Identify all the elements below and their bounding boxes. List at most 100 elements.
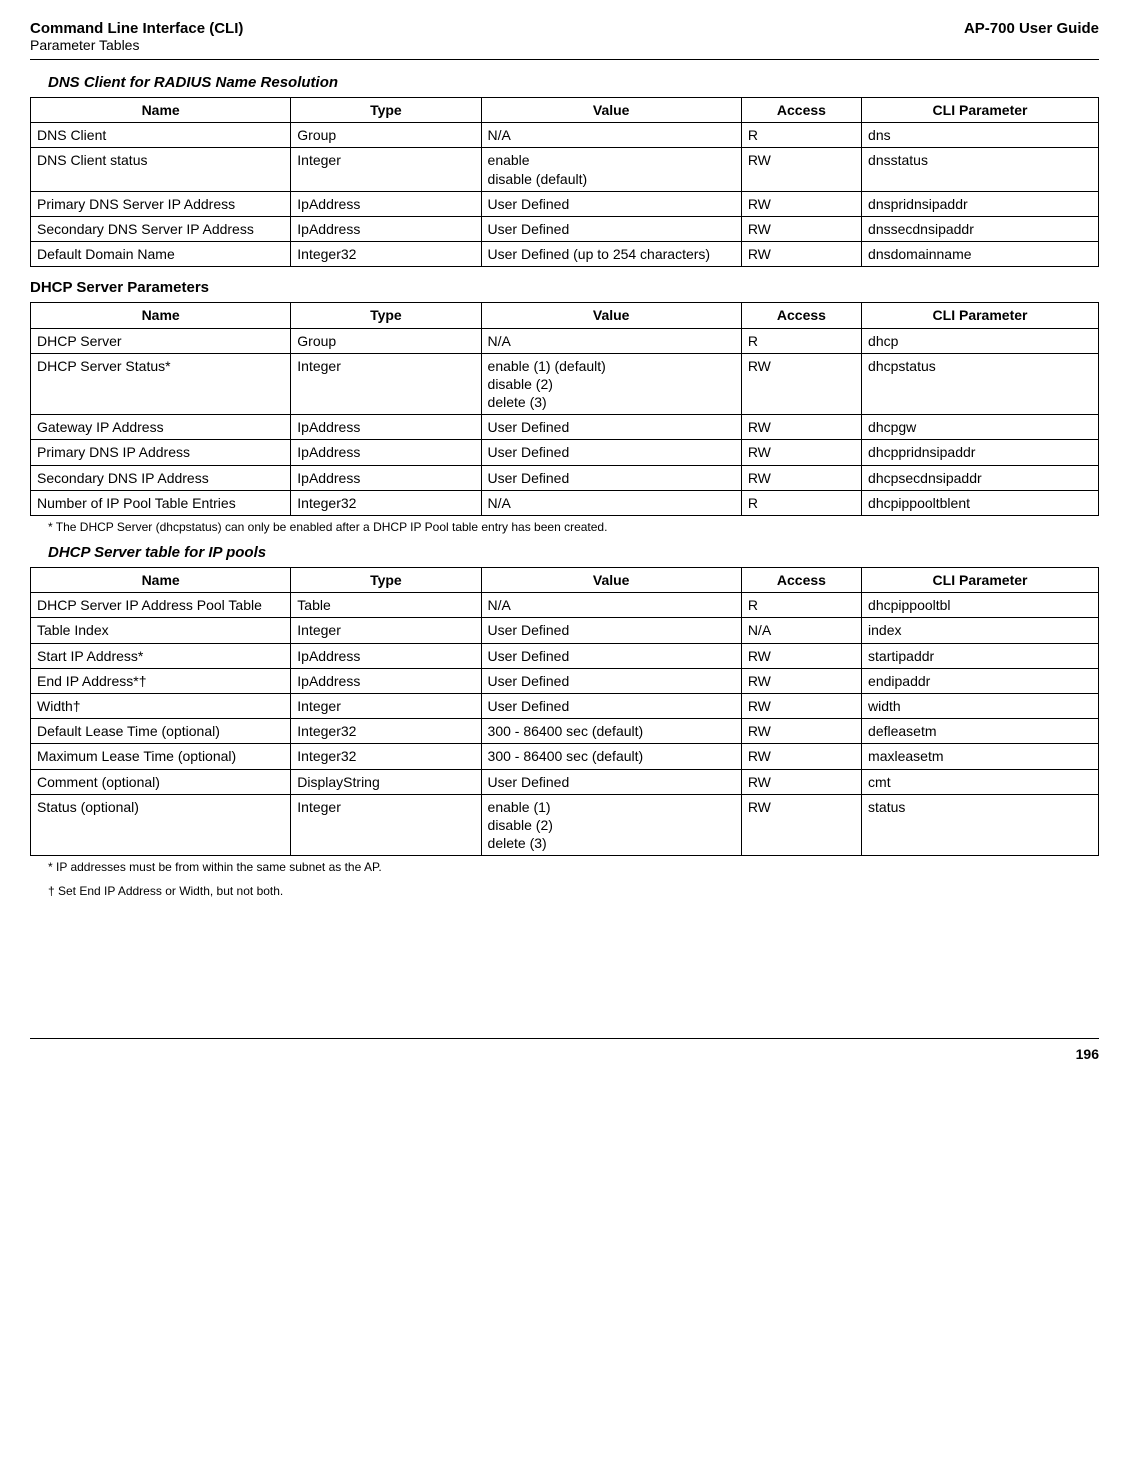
cell-cli: dnssecdnsipaddr (862, 216, 1099, 241)
cell-type: IpAddress (291, 668, 481, 693)
section1-table: Name Type Value Access CLI Parameter DNS… (30, 97, 1099, 267)
th-cli: CLI Parameter (862, 303, 1099, 328)
cell-value: User Defined (481, 643, 741, 668)
table-row: DHCP ServerGroupN/ARdhcp (31, 328, 1099, 353)
cell-type: Integer32 (291, 490, 481, 515)
cell-access: RW (741, 415, 861, 440)
cell-value: enabledisable (default) (481, 148, 741, 191)
table-header-row: Name Type Value Access CLI Parameter (31, 568, 1099, 593)
cell-access: RW (741, 769, 861, 794)
cell-cli: dhcpippooltbl (862, 593, 1099, 618)
table-row: DHCP Server Status*Integerenable (1) (de… (31, 353, 1099, 415)
section3-title: DHCP Server table for IP pools (48, 544, 1099, 561)
table-row: Table IndexIntegerUser DefinedN/Aindex (31, 618, 1099, 643)
cell-access: RW (741, 148, 861, 191)
cell-name: Maximum Lease Time (optional) (31, 744, 291, 769)
section3-footnote1: * IP addresses must be from within the s… (48, 860, 1099, 874)
cell-cli: dnsstatus (862, 148, 1099, 191)
cell-type: Integer (291, 148, 481, 191)
th-access: Access (741, 568, 861, 593)
cell-type: IpAddress (291, 415, 481, 440)
section3-table: Name Type Value Access CLI Parameter DHC… (30, 567, 1099, 856)
cell-access: R (741, 593, 861, 618)
cell-access: RW (741, 668, 861, 693)
cell-value: N/A (481, 593, 741, 618)
cell-name: Number of IP Pool Table Entries (31, 490, 291, 515)
cell-access: RW (741, 353, 861, 415)
table-row: DNS ClientGroupN/ARdns (31, 123, 1099, 148)
cell-name: Start IP Address* (31, 643, 291, 668)
cell-name: DHCP Server (31, 328, 291, 353)
th-name: Name (31, 303, 291, 328)
cell-access: N/A (741, 618, 861, 643)
section1-title: DNS Client for RADIUS Name Resolution (48, 74, 1099, 91)
page-number: 196 (30, 1046, 1099, 1062)
cell-cli: defleasetm (862, 719, 1099, 744)
cell-cli: dhcppridnsipaddr (862, 440, 1099, 465)
table-row: DHCP Server IP Address Pool TableTableN/… (31, 593, 1099, 618)
cell-value: User Defined (481, 440, 741, 465)
header-right: AP-700 User Guide (964, 20, 1099, 37)
table-row: Number of IP Pool Table EntriesInteger32… (31, 490, 1099, 515)
section2-footnote: * The DHCP Server (dhcpstatus) can only … (48, 520, 1099, 534)
cell-type: IpAddress (291, 465, 481, 490)
cell-type: IpAddress (291, 440, 481, 465)
cell-name: DNS Client (31, 123, 291, 148)
cell-access: R (741, 328, 861, 353)
cell-access: RW (741, 465, 861, 490)
table-row: Secondary DNS IP AddressIpAddressUser De… (31, 465, 1099, 490)
cell-access: RW (741, 794, 861, 856)
cell-value: N/A (481, 328, 741, 353)
cell-type: Group (291, 123, 481, 148)
th-type: Type (291, 303, 481, 328)
table-row: DNS Client statusIntegerenabledisable (d… (31, 148, 1099, 191)
cell-access: RW (741, 216, 861, 241)
cell-type: IpAddress (291, 191, 481, 216)
cell-name: Table Index (31, 618, 291, 643)
cell-type: Integer32 (291, 719, 481, 744)
cell-type: Integer (291, 353, 481, 415)
cell-access: RW (741, 693, 861, 718)
th-cli: CLI Parameter (862, 98, 1099, 123)
cell-name: DHCP Server Status* (31, 353, 291, 415)
cell-name: DNS Client status (31, 148, 291, 191)
section3-footnote2: † Set End IP Address or Width, but not b… (48, 884, 1099, 898)
cell-name: Secondary DNS IP Address (31, 465, 291, 490)
th-value: Value (481, 98, 741, 123)
cell-cli: dhcp (862, 328, 1099, 353)
table-row: Status (optional)Integerenable (1)disabl… (31, 794, 1099, 856)
cell-type: Integer (291, 794, 481, 856)
table-row: Comment (optional)DisplayStringUser Defi… (31, 769, 1099, 794)
cell-cli: dnsdomainname (862, 242, 1099, 267)
th-type: Type (291, 98, 481, 123)
page-header: Command Line Interface (CLI) Parameter T… (30, 20, 1099, 53)
cell-cli: startipaddr (862, 643, 1099, 668)
cell-access: RW (741, 744, 861, 769)
cell-name: Gateway IP Address (31, 415, 291, 440)
cell-access: R (741, 123, 861, 148)
cell-name: End IP Address*† (31, 668, 291, 693)
cell-value: User Defined (481, 668, 741, 693)
table-row: Primary DNS IP AddressIpAddressUser Defi… (31, 440, 1099, 465)
th-name: Name (31, 98, 291, 123)
th-type: Type (291, 568, 481, 593)
cell-value: User Defined (481, 769, 741, 794)
cell-cli: dns (862, 123, 1099, 148)
cell-value: N/A (481, 123, 741, 148)
cell-access: RW (741, 719, 861, 744)
cell-cli: dhcpstatus (862, 353, 1099, 415)
cell-access: RW (741, 440, 861, 465)
th-name: Name (31, 568, 291, 593)
header-title-line1: Command Line Interface (CLI) (30, 20, 243, 37)
cell-name: DHCP Server IP Address Pool Table (31, 593, 291, 618)
table-header-row: Name Type Value Access CLI Parameter (31, 98, 1099, 123)
cell-cli: dhcpsecdnsipaddr (862, 465, 1099, 490)
cell-value: 300 - 86400 sec (default) (481, 744, 741, 769)
th-value: Value (481, 568, 741, 593)
cell-value: User Defined (481, 415, 741, 440)
cell-type: Integer (291, 693, 481, 718)
section2-table: Name Type Value Access CLI Parameter DHC… (30, 302, 1099, 516)
footer-rule (30, 1038, 1099, 1039)
cell-cli: endipaddr (862, 668, 1099, 693)
table-row: Secondary DNS Server IP AddressIpAddress… (31, 216, 1099, 241)
